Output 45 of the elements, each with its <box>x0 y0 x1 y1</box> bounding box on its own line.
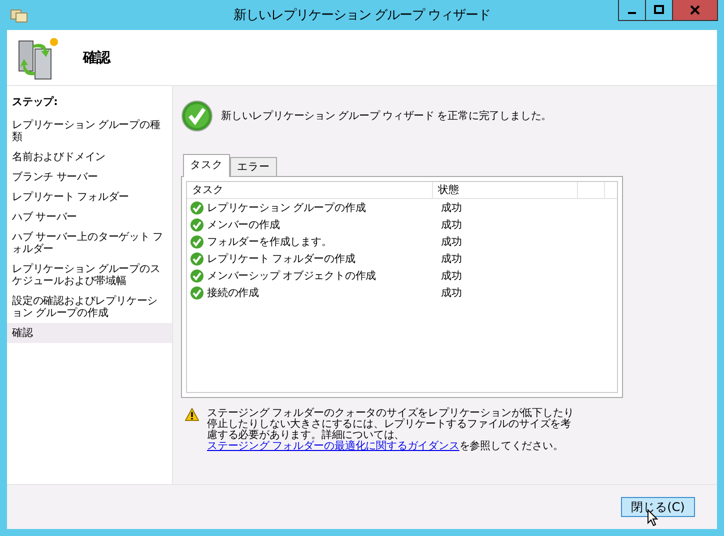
tab[interactable]: タスク <box>183 154 230 177</box>
window-title: 新しいレプリケーション グループ ウィザード <box>232 7 492 24</box>
warning-icon <box>185 408 199 421</box>
task-status: 成功 <box>440 286 463 300</box>
column-header[interactable]: タスク <box>187 182 433 198</box>
check-icon <box>190 234 204 248</box>
success-icon <box>181 100 213 132</box>
task-name: メンバーシップ オブジェクトの作成 <box>207 268 376 282</box>
step-item[interactable]: ハブ サーバー上のターゲット フォルダー <box>7 227 172 259</box>
close-button[interactable] <box>672 0 718 21</box>
check-icon <box>190 268 204 282</box>
task-name: フォルダーを作成します。 <box>207 234 332 248</box>
maximize-icon <box>654 5 664 15</box>
task-status: 成功 <box>440 218 463 232</box>
task-status: 成功 <box>440 252 463 266</box>
step-item[interactable]: 名前およびドメイン <box>7 147 172 167</box>
page-title: 確認 <box>83 48 110 66</box>
check-icon <box>190 252 204 266</box>
check-icon <box>190 286 204 300</box>
step-item[interactable]: 設定の確認およびレプリケーション グループの作成 <box>7 291 172 323</box>
task-name: 接続の作成 <box>207 286 260 300</box>
check-icon <box>190 218 204 232</box>
minimize-icon <box>628 12 636 14</box>
tab[interactable]: エラー <box>230 157 277 176</box>
app-icon <box>10 7 28 23</box>
task-name: メンバーの作成 <box>207 218 280 232</box>
guidance-link[interactable]: ステージング フォルダーの最適化に関するガイダンス <box>207 440 460 452</box>
steps-heading: ステップ: <box>11 95 58 110</box>
step-item[interactable]: 確認 <box>7 323 172 343</box>
step-item[interactable]: レプリケーション グループの種類 <box>7 115 172 147</box>
task-status: 成功 <box>440 268 463 282</box>
close-icon <box>690 5 700 15</box>
task-status: 成功 <box>440 200 463 214</box>
task-status: 成功 <box>440 234 463 248</box>
warning-text: ステージング フォルダーのクォータのサイズをレプリケーションが低下したり停止したりしない大きさにするには、レプリケートするファイルのサイズを考慮する必要があります。詳細については、 ステージング フォルダーの最適化に関するガイダンス を参照してください。 <box>207 408 575 452</box>
result-message: 新しいレプリケーション グループ ウィザード を正常に完了しました。 <box>221 109 552 123</box>
task-name: レプリケート フォルダーの作成 <box>207 252 356 266</box>
column-header[interactable]: 状態 <box>433 182 578 198</box>
step-item[interactable]: ブランチ サーバー <box>7 167 172 187</box>
step-item[interactable]: ハブ サーバー <box>7 207 172 227</box>
step-item[interactable]: レプリケーション グループのスケジュールおよび帯域幅 <box>7 259 172 291</box>
step-item[interactable]: レプリケート フォルダー <box>7 187 172 207</box>
minimize-button[interactable] <box>618 0 646 21</box>
task-name: レプリケーション グループの作成 <box>207 200 366 214</box>
check-icon <box>190 200 204 214</box>
